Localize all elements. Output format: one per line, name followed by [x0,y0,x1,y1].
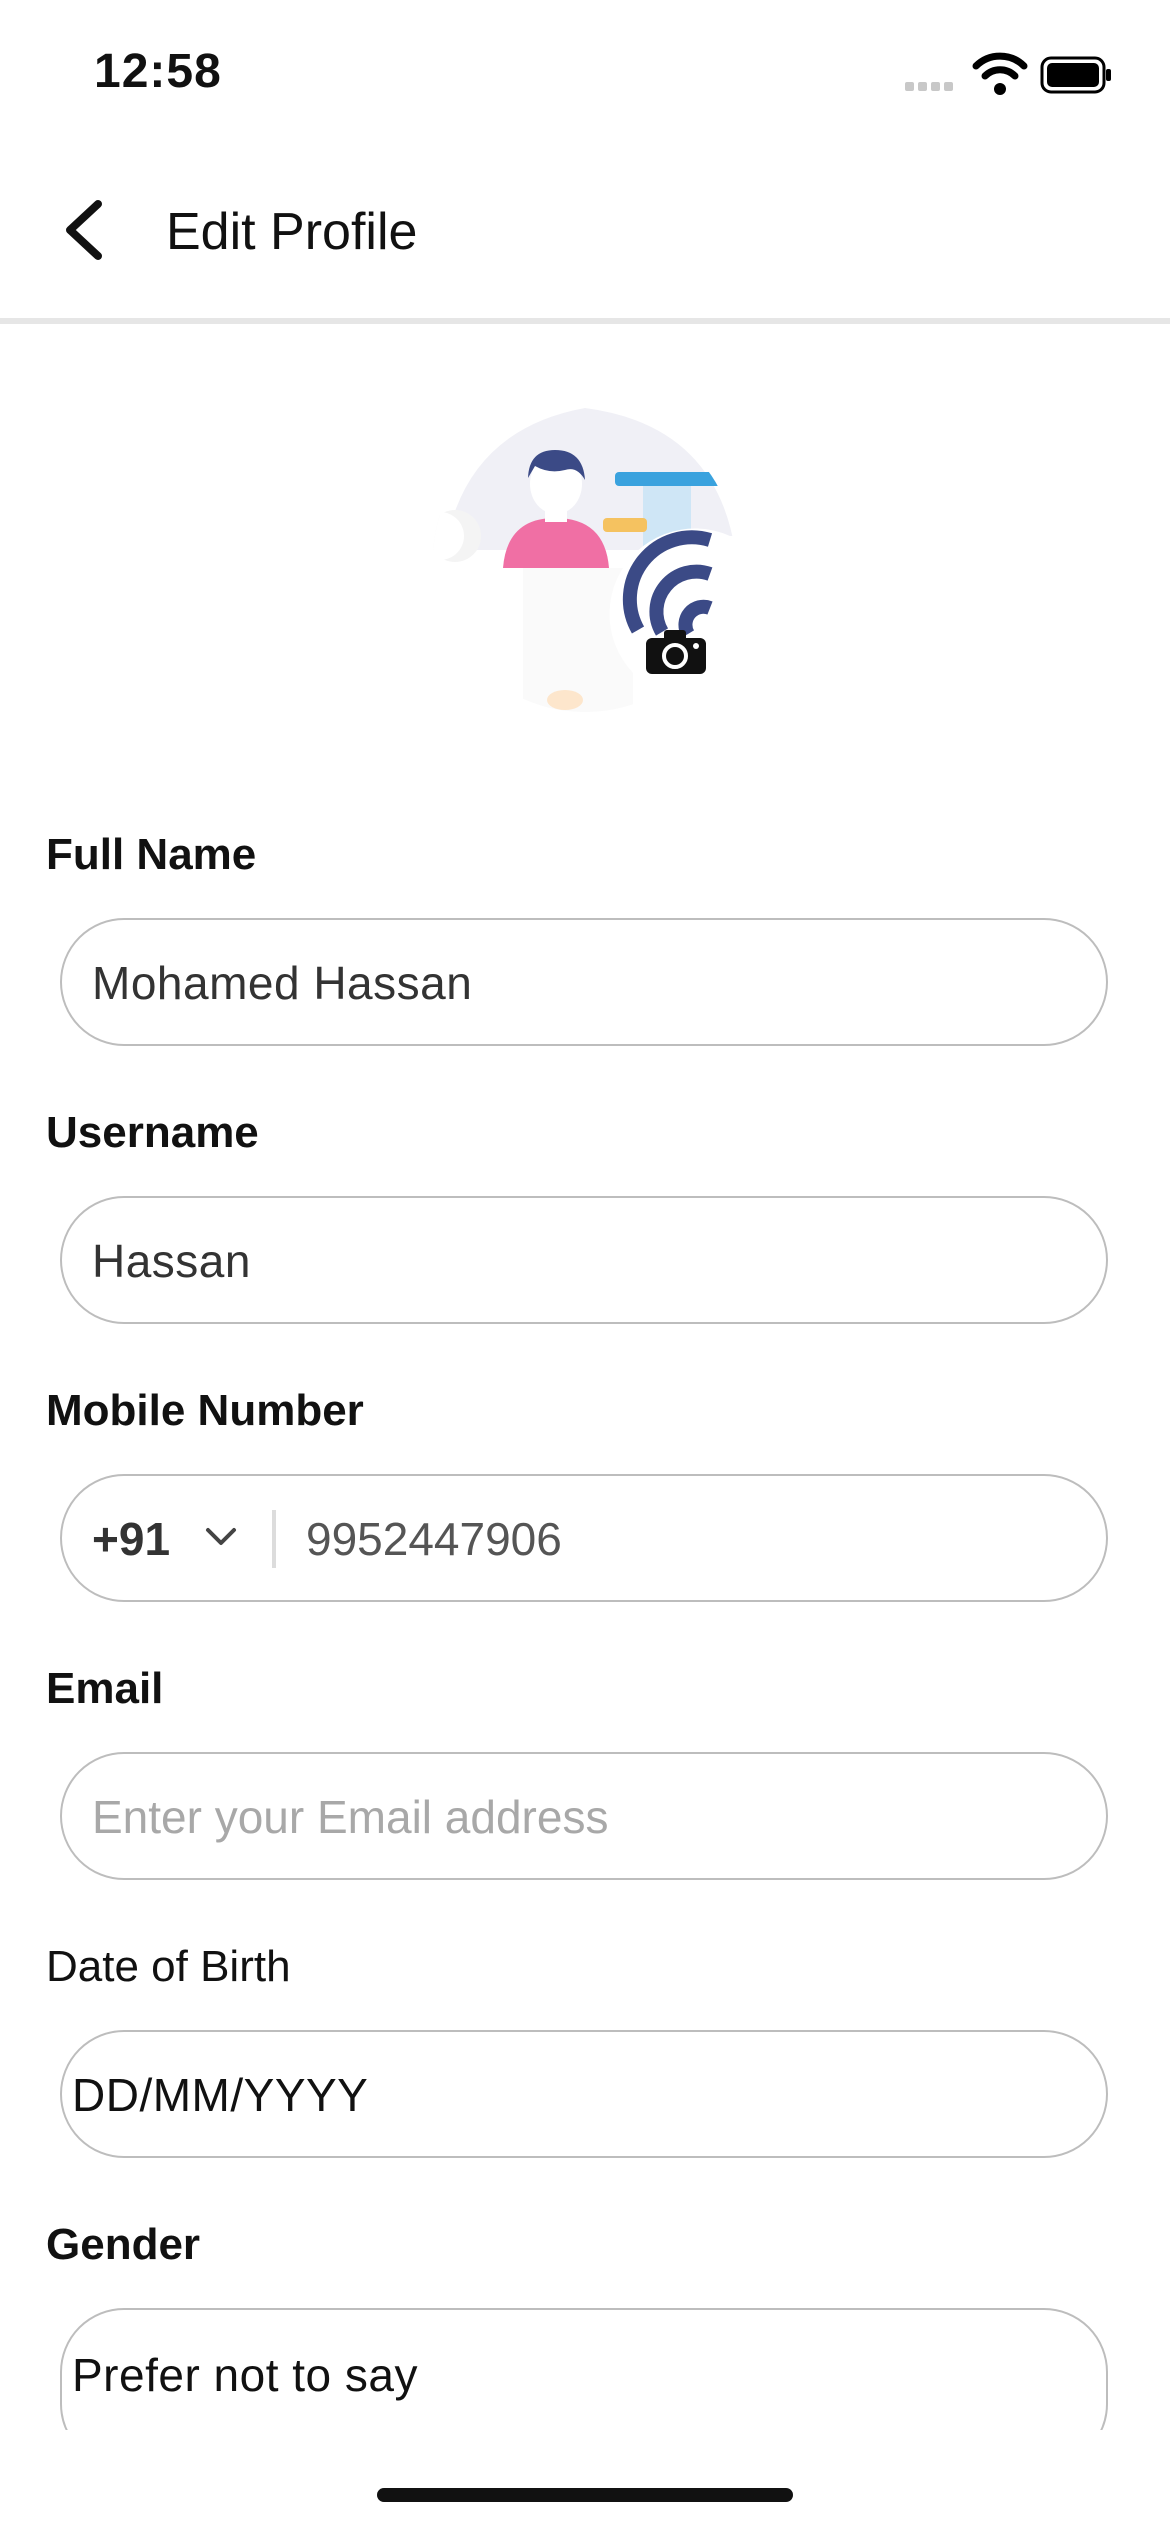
mobile-number-value: 9952447906 [306,1513,562,1565]
field-divider [272,1510,276,1568]
status-bar: 12:58 [0,0,1170,140]
cellular-signal-icon [905,78,957,96]
gender-value: Prefer not to say [72,2349,418,2401]
change-photo-button[interactable] [609,528,750,692]
mobile-number-field[interactable]: +91 9952447906 [60,1474,1108,1602]
full-name-label: Full Name [46,830,257,879]
app-header: Edit Profile [0,140,1170,324]
battery-icon [1040,56,1111,94]
wifi-icon [972,52,1028,95]
full-name-field[interactable]: Mohamed Hassan [60,918,1108,1046]
full-name-value: Mohamed Hassan [92,957,473,1009]
chevron-down-icon[interactable] [204,1526,238,1548]
username-value: Hassan [92,1235,251,1287]
email-label: Email [46,1664,164,1713]
home-indicator[interactable] [377,2488,793,2502]
scroll-clip [0,2430,1170,2470]
date-of-birth-value: DD/MM/YYYY [72,2069,369,2121]
username-label: Username [46,1108,259,1157]
username-field[interactable]: Hassan [60,1196,1108,1324]
gender-label: Gender [46,2220,201,2269]
date-of-birth-field[interactable]: DD/MM/YYYY [60,2030,1108,2158]
back-arrow-icon[interactable] [54,198,114,262]
email-field[interactable]: Enter your Email address [60,1752,1108,1880]
mobile-number-label: Mobile Number [46,1386,364,1435]
camera-icon [646,630,706,674]
email-placeholder: Enter your Email address [92,1791,609,1843]
date-of-birth-label: Date of Birth [46,1942,291,1991]
page-title: Edit Profile [166,203,418,261]
country-code-selector[interactable]: +91 [92,1512,170,1566]
status-time: 12:58 [94,45,222,98]
